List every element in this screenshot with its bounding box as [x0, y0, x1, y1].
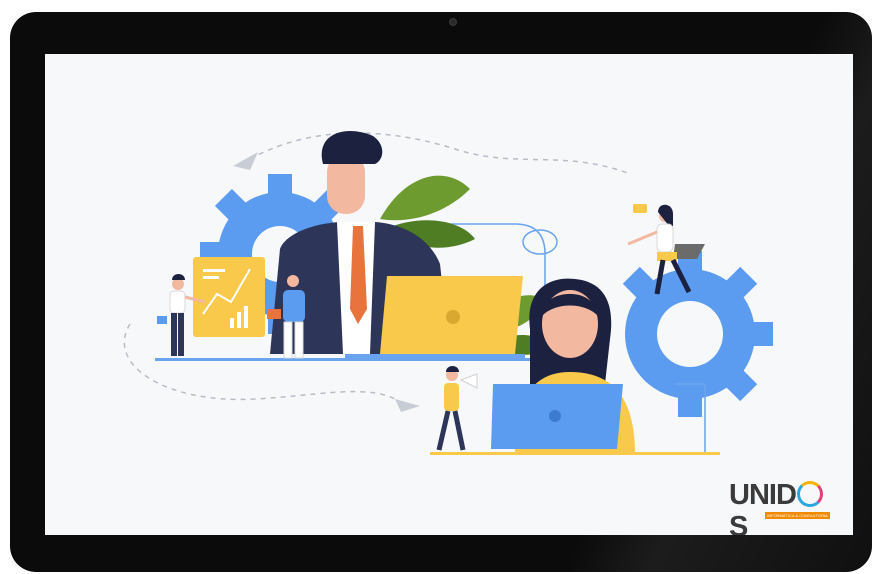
paper-plane-icon	[395, 399, 420, 412]
camera-icon	[449, 18, 457, 26]
logo-o-icon	[796, 481, 823, 508]
tablet-device: UNIDS INFORMÁTICA & CONSULTORIA	[0, 0, 877, 574]
unidos-logo: UNIDS INFORMÁTICA & CONSULTORIA	[729, 479, 839, 535]
chart-board-icon	[193, 257, 265, 337]
logo-tagline: INFORMÁTICA & CONSULTORIA	[765, 512, 830, 519]
leaf-icon	[380, 175, 470, 221]
teamwork-illustration	[123, 131, 773, 455]
megaphone-man-figure	[436, 366, 478, 451]
desk-line	[155, 358, 555, 361]
desk-line	[430, 452, 720, 455]
paper-plane-icon	[233, 152, 258, 170]
logo-wordmark: UNIDS	[729, 479, 839, 535]
dashed-path-top	[249, 132, 631, 175]
gear-icon	[622, 251, 773, 417]
laptop-icon	[491, 384, 623, 449]
tablet-screen: UNIDS INFORMÁTICA & CONSULTORIA	[45, 54, 853, 535]
